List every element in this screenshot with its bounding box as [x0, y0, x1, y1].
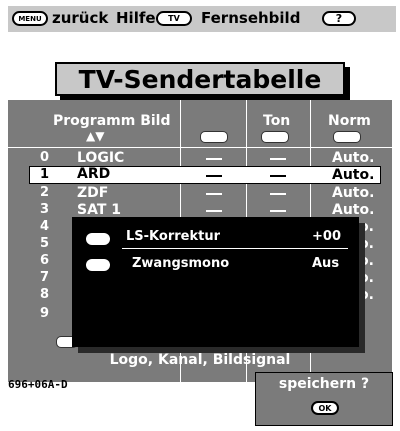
row-number: 8 [40, 287, 50, 302]
row-number: 2 [40, 185, 50, 200]
header-ton: Ton [263, 113, 291, 129]
norm-value: Auto. [332, 202, 375, 218]
help-bar: MENU zurück Hilfe TV Fernsehbild ? [8, 6, 396, 32]
row-number: 0 [40, 150, 50, 165]
row-number: 9 [40, 306, 50, 321]
row-number: 1 [40, 167, 50, 182]
page-title: TV-Sendertabelle [55, 62, 345, 96]
system-code: 696+06A-D [8, 378, 68, 391]
channel-name[interactable]: ARD [77, 166, 110, 182]
selected-item-underline [122, 248, 348, 249]
tv-key-icon[interactable]: TV [156, 11, 192, 26]
channel-name[interactable]: SAT 1 [77, 202, 121, 218]
sort-arrows-icon[interactable]: ▲▼ [86, 129, 104, 143]
save-prompt-text: speichern ? [278, 376, 370, 392]
picture-icon [200, 131, 228, 143]
norm-value: Auto. [332, 150, 375, 166]
picture-icon [86, 233, 110, 245]
norm-value: Auto. [332, 185, 375, 201]
menu-key-icon[interactable]: MENU [12, 11, 48, 26]
norm-icon [333, 131, 361, 143]
help-label: Hilfe [116, 9, 156, 27]
sound-icon [86, 259, 110, 271]
dialog-value-zwangsmono: Aus [312, 256, 340, 271]
row-number: 7 [40, 270, 50, 285]
row-number: 4 [40, 219, 50, 234]
channel-name[interactable]: ZDF [77, 185, 108, 201]
sound-icon [261, 131, 289, 143]
back-label: zurück [52, 9, 109, 27]
settings-dialog: LS-Korrektur +00 Zwangsmono Aus [72, 217, 359, 347]
channel-name[interactable]: LOGIC [77, 150, 124, 166]
row-number: 5 [40, 236, 50, 251]
row-number: 6 [40, 253, 50, 268]
footer-label: Logo, Kanal, Bildsignal [109, 352, 291, 368]
dialog-item-zwangsmono[interactable]: Zwangsmono [132, 256, 229, 271]
help-key-icon[interactable]: ? [322, 11, 356, 26]
ok-key-icon[interactable]: OK [311, 401, 339, 415]
dialog-value-ls-korrektur: +00 [312, 229, 341, 244]
row-number: 3 [40, 202, 50, 217]
norm-value: Auto. [332, 167, 375, 183]
header-norm: Norm [328, 113, 371, 129]
dialog-item-ls-korrektur[interactable]: LS-Korrektur [126, 229, 220, 244]
header-programm-bild: Programm Bild [53, 113, 171, 129]
tv-label: Fernsehbild [201, 9, 301, 27]
save-prompt: speichern ? OK [255, 372, 393, 426]
